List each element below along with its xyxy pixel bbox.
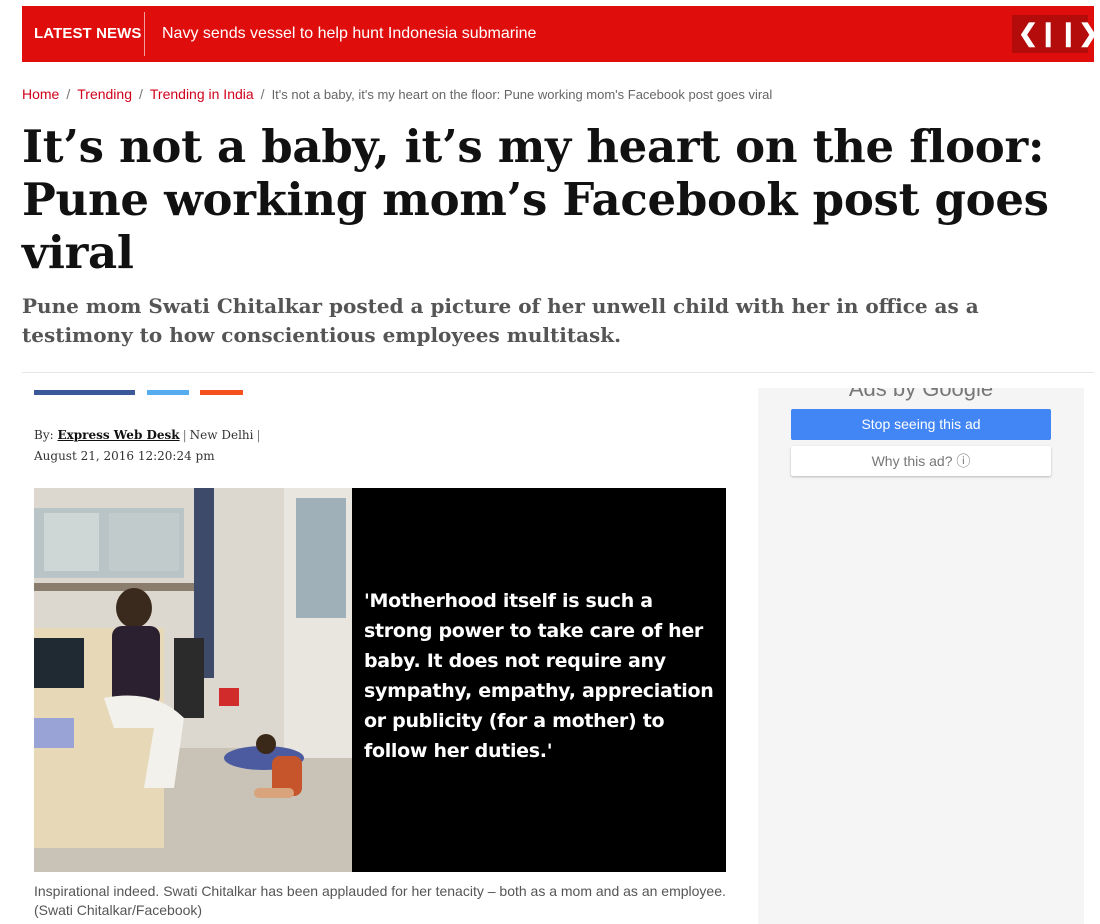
breadcrumb: Home / Trending / Trending in India / It's not… [22,86,772,102]
image-caption: Inspirational indeed. Swati Chitalkar ha… [34,883,726,918]
byline: By: Express Web Desk | New Delhi | August 2… [34,428,261,463]
breadcrumb-home[interactable]: Home [22,86,59,102]
article-title: It’s not a baby, it’s my heart on the fl… [22,120,1049,279]
byline-date: August 21, 2016 12:20:24 pm [34,449,215,463]
breadcrumb-separator: / [139,86,143,102]
byline-location: New Delhi [189,428,254,442]
ticker-headline-link[interactable]: Navy sends vessel to help hunt Indonesia… [162,6,536,62]
latest-news-ticker: LATEST NEWS Navy sends vessel to help hu… [22,6,1098,62]
header-divider [22,372,1094,373]
breadcrumb-trending[interactable]: Trending [77,86,132,102]
ticker-controls: ❮ ❙❙ ❯ [1012,15,1098,53]
pause-icon[interactable]: ❙❙ [1038,15,1078,53]
ads-by-google-label: Ads by Google [848,388,994,401]
breadcrumb-trending-in-india[interactable]: Trending in India [150,86,254,102]
google-plus-share-button[interactable] [200,390,243,395]
image-quote-text: 'Motherhood itself is such a strong powe… [364,590,714,762]
article-image: 'Motherhood itself is such a strong powe… [34,488,726,872]
stop-seeing-ad-button[interactable]: Stop seeing this ad [791,409,1051,440]
office-photo [34,488,352,872]
twitter-share-button[interactable] [147,390,189,395]
chevron-right-icon[interactable]: ❯ [1078,15,1098,53]
breadcrumb-current: It's not a baby, it's my heart on the fl… [271,87,773,102]
article-subtitle: Pune mom Swati Chitalkar posted a pictur… [22,294,979,347]
breadcrumb-separator: / [260,86,265,102]
author-link[interactable]: Express Web Desk [57,428,179,442]
chevron-left-icon[interactable]: ❮ [1018,15,1038,53]
latest-news-label: LATEST NEWS [34,25,142,42]
ticker-divider [144,12,145,56]
byline-prefix: By: [34,428,54,442]
breadcrumb-separator: / [66,86,71,102]
why-this-ad-button[interactable]: Why this ad? ⓘ [791,446,1051,476]
facebook-share-button[interactable] [34,390,135,395]
ad-sidebar: Ads by Google Stop seeing this ad Why th… [758,388,1084,924]
